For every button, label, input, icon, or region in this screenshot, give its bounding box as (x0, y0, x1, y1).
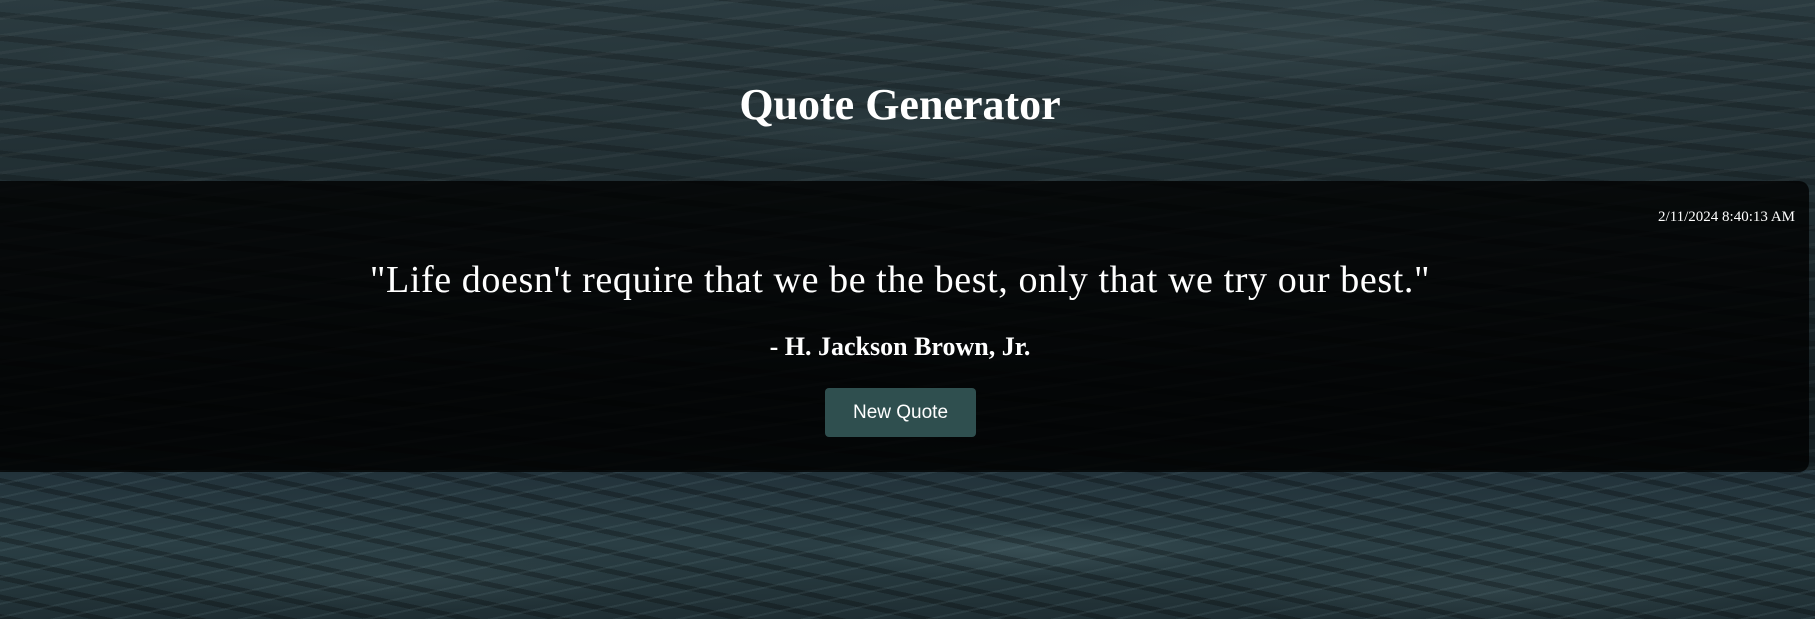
timestamp: 2/11/2024 8:40:13 AM (1658, 209, 1795, 225)
quote-card: 2/11/2024 8:40:13 AM "Life doesn't requi… (0, 181, 1809, 472)
page-title: Quote Generator (739, 80, 1061, 129)
ocean-background-image (0, 470, 1815, 619)
quote-text: "Life doesn't require that we be the bes… (369, 259, 1431, 301)
quote-author: - H. Jackson Brown, Jr. (769, 332, 1031, 361)
new-quote-button[interactable]: New Quote (825, 388, 976, 437)
